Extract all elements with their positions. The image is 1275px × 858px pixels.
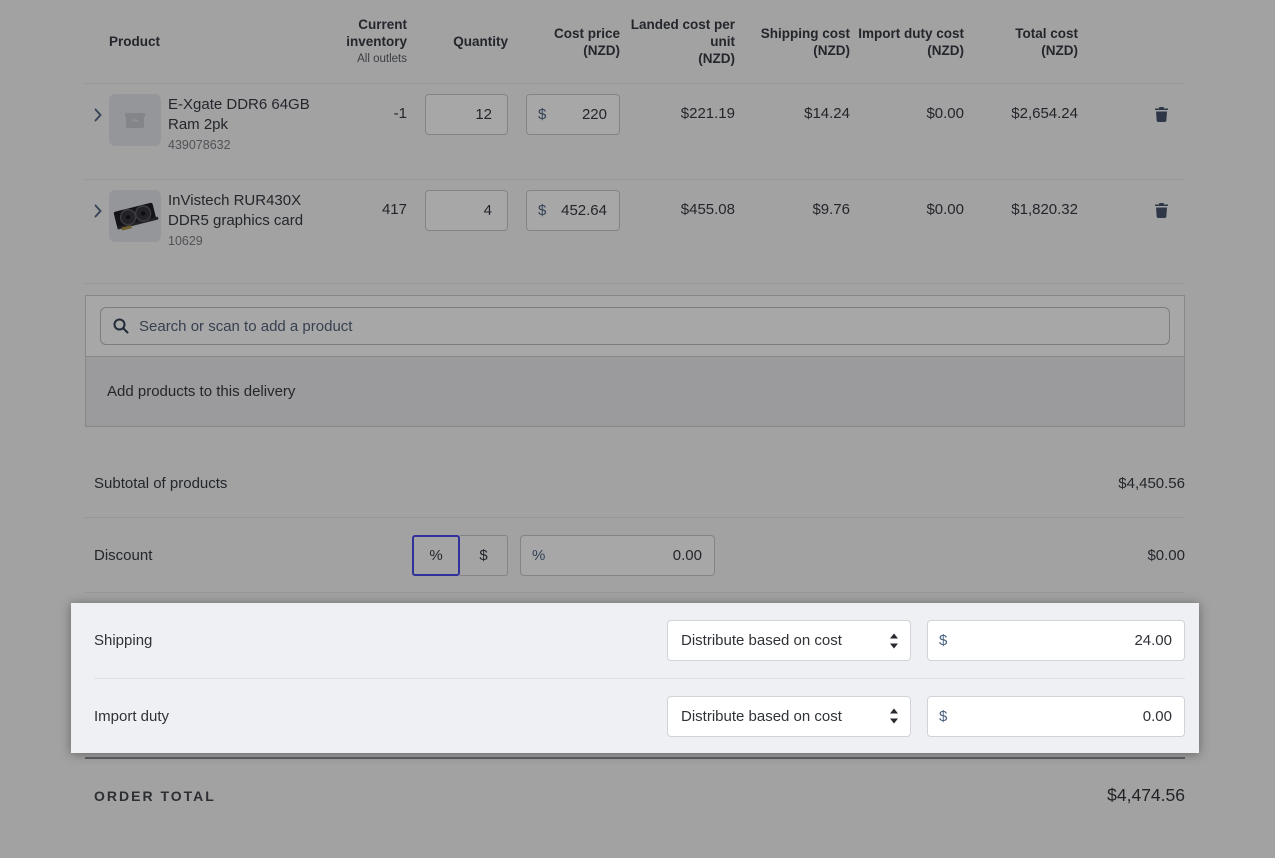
- import-duty-amount-input[interactable]: [947, 708, 1172, 725]
- chevron-right-icon: [94, 204, 102, 218]
- discount-type-toggle: % $: [412, 535, 508, 576]
- cost-price-field: $: [526, 94, 620, 135]
- trash-icon: [1155, 203, 1168, 218]
- col-header-cost-price: Cost price (NZD): [526, 25, 620, 59]
- cost-price-field: $: [526, 190, 620, 231]
- total-cost-value: $1,820.32: [964, 189, 1078, 231]
- discount-row: Discount % $ % $0.00: [85, 518, 1185, 593]
- discount-label: Discount: [94, 547, 412, 564]
- col-header-landed-cost: Landed cost per unit (NZD): [620, 16, 735, 67]
- subtotal-row: Subtotal of products $4,450.56: [85, 449, 1185, 518]
- product-image-placeholder: [109, 94, 161, 146]
- percent-prefix: %: [532, 547, 545, 564]
- currency-prefix: $: [939, 632, 947, 649]
- discount-amount-input[interactable]: [545, 547, 702, 564]
- discount-amount-field: %: [520, 535, 715, 576]
- currency-prefix: $: [939, 708, 947, 725]
- product-row: E-Xgate DDR6 64GB Ram 2pk 439078632 -1 $…: [85, 84, 1185, 180]
- quantity-input[interactable]: [425, 94, 508, 135]
- shipping-cost-value: $14.24: [735, 93, 850, 135]
- import-duty-label: Import duty: [94, 708, 667, 725]
- delete-row-button[interactable]: [1155, 107, 1168, 122]
- col-header-quantity: Quantity: [425, 33, 508, 50]
- landed-cost-value: $221.19: [620, 93, 735, 135]
- add-products-hint: Add products to this delivery: [86, 356, 1184, 426]
- col-header-all-outlets: All outlets: [318, 51, 407, 68]
- discount-total-value: $0.00: [1147, 547, 1185, 564]
- current-inventory-value: -1: [318, 93, 407, 135]
- search-icon: [113, 318, 129, 334]
- expand-row-button[interactable]: [85, 189, 109, 223]
- chevron-right-icon: [94, 108, 102, 122]
- cost-price-input[interactable]: [546, 202, 607, 219]
- col-header-total-cost: Total cost (NZD): [964, 25, 1078, 59]
- shipping-distribution-select[interactable]: Distribute based on cost: [667, 620, 911, 661]
- cost-price-input[interactable]: [546, 106, 607, 123]
- col-header-product: Product: [109, 33, 318, 50]
- product-row: InVistech RUR430X DDR5 graphics card 106…: [85, 180, 1185, 284]
- graphics-card-image: [109, 190, 161, 242]
- product-search-field: [100, 307, 1170, 345]
- box-icon: [125, 112, 145, 129]
- products-table-header: Product Current inventory All outlets Qu…: [85, 0, 1185, 84]
- currency-prefix: $: [538, 202, 546, 219]
- col-header-current-inventory: Current inventory All outlets: [318, 16, 407, 68]
- delete-row-button[interactable]: [1155, 203, 1168, 218]
- expand-row-button[interactable]: [85, 93, 109, 127]
- product-image: [109, 190, 161, 242]
- import-duty-amount-field: $: [927, 696, 1185, 737]
- order-total-value: $4,474.56: [1107, 785, 1185, 806]
- order-total-label: ORDER TOTAL: [94, 788, 216, 804]
- order-products-panel: Product Current inventory All outlets Qu…: [85, 0, 1185, 832]
- trash-icon: [1155, 107, 1168, 122]
- import-duty-cost-value: $0.00: [850, 93, 964, 135]
- product-sku: 439078632: [168, 138, 318, 152]
- landed-cost-value: $455.08: [620, 189, 735, 231]
- product-sku: 10629: [168, 234, 318, 248]
- col-header-import-duty-cost: Import duty cost (NZD): [850, 25, 964, 59]
- shipping-row: Shipping Distribute based on cost $: [94, 603, 1185, 678]
- shipping-amount-input[interactable]: [947, 632, 1172, 649]
- current-inventory-value: 417: [318, 189, 407, 231]
- discount-dollar-button[interactable]: $: [460, 535, 508, 576]
- import-duty-cost-value: $0.00: [850, 189, 964, 231]
- shipping-amount-field: $: [927, 620, 1185, 661]
- shipping-label: Shipping: [94, 632, 667, 649]
- product-name: E-Xgate DDR6 64GB Ram 2pk: [168, 95, 318, 135]
- total-cost-value: $2,654.24: [964, 93, 1078, 135]
- shipping-cost-value: $9.76: [735, 189, 850, 231]
- product-search-input[interactable]: [139, 318, 1157, 335]
- discount-percent-button[interactable]: %: [412, 535, 460, 576]
- col-header-shipping-cost: Shipping cost (NZD): [735, 25, 850, 59]
- product-name: InVistech RUR430X DDR5 graphics card: [168, 191, 318, 231]
- subtotal-label: Subtotal of products: [94, 475, 227, 492]
- import-duty-distribution-select[interactable]: Distribute based on cost: [667, 696, 911, 737]
- subtotal-value: $4,450.56: [1118, 475, 1185, 492]
- quantity-input[interactable]: [425, 190, 508, 231]
- order-total-row: ORDER TOTAL $4,474.56: [85, 757, 1185, 832]
- add-products-section: Add products to this delivery: [85, 295, 1185, 427]
- currency-prefix: $: [538, 106, 546, 123]
- import-duty-row: Import duty Distribute based on cost $: [94, 678, 1185, 753]
- select-spinner-icon: [890, 709, 898, 724]
- shipping-import-duty-spotlight: Shipping Distribute based on cost $ Impo…: [71, 603, 1199, 753]
- select-spinner-icon: [890, 633, 898, 648]
